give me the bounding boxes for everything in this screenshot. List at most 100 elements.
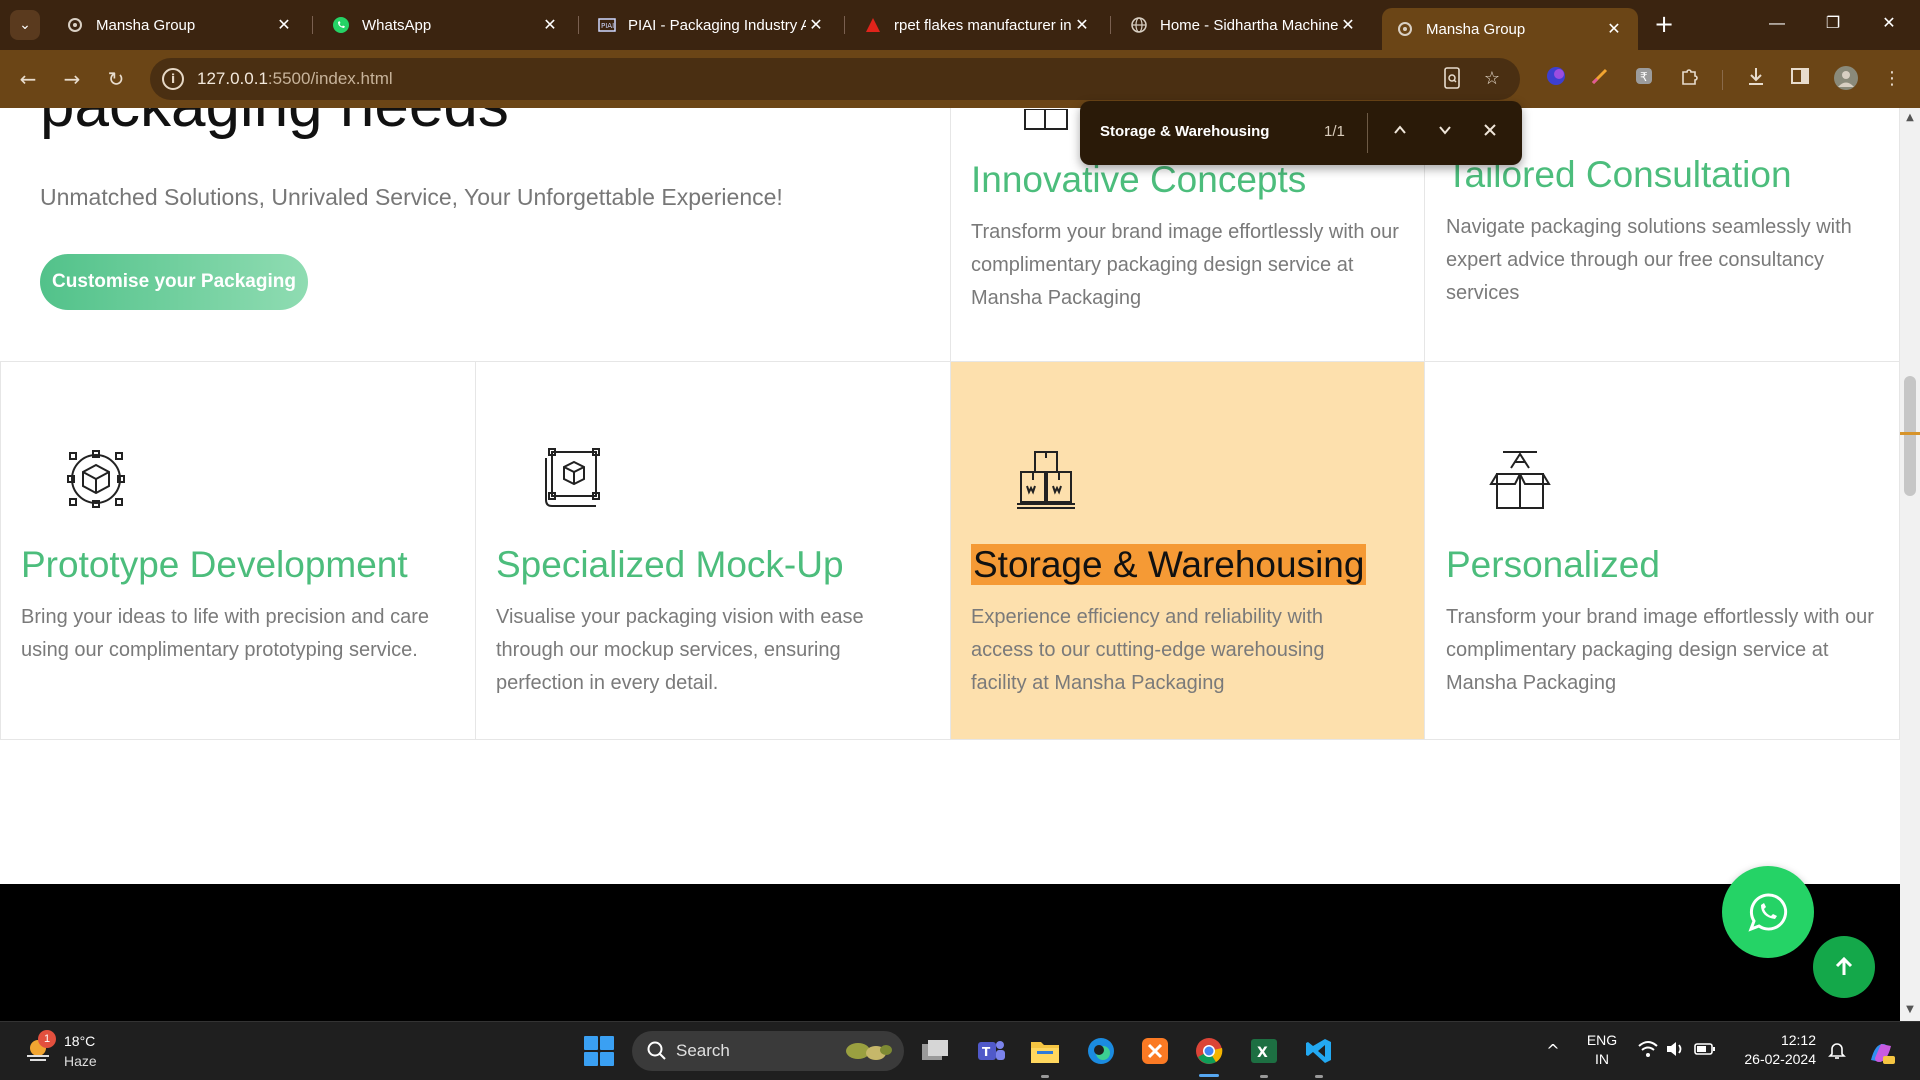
service-description: Bring your ideas to life with precision … [21,606,429,661]
browser-tab-strip: ⌄ Mansha Group ✕ WhatsApp ✕ PIAI PIAI - … [0,0,1920,50]
extension-purple-icon[interactable] [1542,65,1570,93]
tab-sidhartha-machine[interactable]: Home - Sidhartha Machine ✕ [1116,8,1372,42]
download-icon[interactable] [1742,65,1770,93]
search-icon [647,1041,666,1060]
page-scrollbar[interactable]: ▲ ▼ [1900,108,1920,1021]
tab-whatsapp[interactable]: WhatsApp ✕ [318,8,574,42]
notification-bell-icon[interactable] [1826,1040,1848,1062]
svg-text:₹: ₹ [1640,70,1648,84]
tab-mansha-group-1[interactable]: Mansha Group ✕ [52,8,308,42]
close-icon[interactable]: ✕ [1338,15,1358,35]
svg-text:X: X [1257,1045,1268,1061]
windows-start-button[interactable] [584,1036,614,1066]
copilot-icon[interactable] [1866,1040,1896,1064]
tab-divider [578,16,579,34]
service-description: Transform your brand image effortlessly … [971,221,1399,309]
piai-icon: PIAI [598,16,616,34]
file-explorer-icon[interactable] [1028,1034,1062,1068]
whatsapp-icon [332,16,350,34]
mansha-logo-icon [1396,20,1414,38]
taskbar-search[interactable]: Search [632,1031,904,1071]
restore-button[interactable]: ❐ [1808,8,1858,40]
minimize-button[interactable]: — [1752,8,1802,40]
search-highlight-pistachio-icon [846,1043,892,1060]
weather-temperature[interactable]: 18°C [64,1033,95,1049]
close-icon[interactable]: ✕ [274,15,294,35]
vscode-icon[interactable] [1302,1034,1336,1068]
xampp-icon[interactable] [1138,1034,1172,1068]
menu-kebab-icon[interactable]: ⋮ [1878,65,1906,93]
extension-pen-icon[interactable] [1586,65,1614,93]
url-text[interactable]: 127.0.0.1:5500/index.html [197,69,393,89]
service-title: Personalized [1446,544,1660,585]
close-icon [1484,124,1496,136]
edge-icon[interactable] [1084,1034,1118,1068]
find-match-count: 1/1 [1324,123,1345,140]
teams-icon[interactable]: T [974,1034,1008,1068]
hero-subtitle: Unmatched Solutions, Unrivaled Service, … [40,184,783,210]
volume-icon[interactable] [1664,1040,1686,1062]
url-path: :5500/index.html [267,69,393,88]
forward-button[interactable]: → [56,63,88,95]
service-title: Prototype Development [21,544,408,585]
find-result-marker [1900,432,1920,435]
bookmark-star-icon[interactable]: ☆ [1480,67,1504,91]
tab-search-button[interactable]: ⌄ [10,10,40,40]
tab-divider [844,16,845,34]
tab-label: WhatsApp [362,16,432,34]
site-info-icon[interactable]: i [162,68,184,90]
extension-rupee-icon[interactable]: ₹ [1630,65,1658,93]
scroll-up-arrow-icon[interactable]: ▲ [1904,112,1916,124]
scroll-to-top-button[interactable] [1813,936,1875,998]
tab-piai[interactable]: PIAI PIAI - Packaging Industry A ✕ [584,8,840,42]
weather-condition[interactable]: Haze [64,1053,97,1069]
language-indicator-line2[interactable]: IN [1582,1051,1622,1067]
close-icon[interactable]: ✕ [1072,15,1092,35]
task-view-icon[interactable] [918,1034,952,1068]
profile-avatar[interactable] [1832,65,1860,93]
find-input[interactable]: Storage & Warehousing [1100,123,1269,140]
language-indicator-line1[interactable]: ENG [1582,1032,1622,1048]
warehouse-icon [1015,448,1077,510]
battery-icon[interactable] [1694,1040,1716,1062]
running-indicator [1260,1075,1268,1078]
service-description: Navigate packaging solutions seamlessly … [1446,216,1852,304]
excel-icon[interactable]: X [1247,1034,1281,1068]
svg-text:T: T [982,1045,991,1059]
find-previous-button[interactable] [1386,119,1414,147]
tab-label: Mansha Group [96,16,196,34]
whatsapp-chat-button[interactable] [1722,866,1814,958]
scroll-down-arrow-icon[interactable]: ▼ [1904,1004,1916,1016]
close-icon[interactable]: ✕ [540,15,560,35]
close-icon[interactable]: ✕ [806,15,826,35]
find-close-button[interactable] [1476,119,1504,147]
service-card-prototype-development: Prototype Development Bring your ideas t… [0,361,476,740]
service-card-specialized-mockup: Specialized Mock-Up Visualise your packa… [475,361,951,740]
side-panel-icon[interactable] [1786,65,1814,93]
find-next-button[interactable] [1431,119,1459,147]
wifi-icon[interactable] [1637,1040,1659,1062]
clock-time[interactable]: 12:12 [1732,1032,1816,1048]
customise-packaging-button[interactable]: Customise your Packaging [40,254,308,310]
close-icon[interactable]: ✕ [1604,19,1624,39]
close-window-button[interactable]: ✕ [1864,8,1914,40]
scrollbar-thumb[interactable] [1904,376,1916,496]
find-in-page-icon[interactable] [1440,67,1464,91]
chevron-up-icon[interactable]: ^ [1542,1040,1564,1062]
tab-label: Mansha Group [1426,20,1526,38]
back-button[interactable]: ← [12,63,44,95]
extensions-puzzle-icon[interactable] [1676,65,1704,93]
service-card-storage-warehousing: Storage & Warehousing Experience efficie… [950,361,1425,740]
reload-button[interactable]: ↻ [100,63,132,95]
service-title: Storage & Warehousing [971,544,1367,586]
chrome-icon[interactable] [1192,1034,1226,1068]
globe-icon [1130,16,1148,34]
address-bar[interactable]: i 127.0.0.1:5500/index.html ☆ [150,58,1520,100]
clock-date[interactable]: 26-02-2024 [1732,1051,1816,1067]
tab-divider [1110,16,1111,34]
service-description: Visualise your packaging vision with eas… [496,606,864,694]
tab-mansha-group-active[interactable]: Mansha Group ✕ [1382,8,1638,50]
tab-label: rpet flakes manufacturer in [894,16,1072,34]
new-tab-button[interactable]: + [1650,10,1678,40]
tab-rpet-flakes[interactable]: rpet flakes manufacturer in ✕ [850,8,1106,42]
